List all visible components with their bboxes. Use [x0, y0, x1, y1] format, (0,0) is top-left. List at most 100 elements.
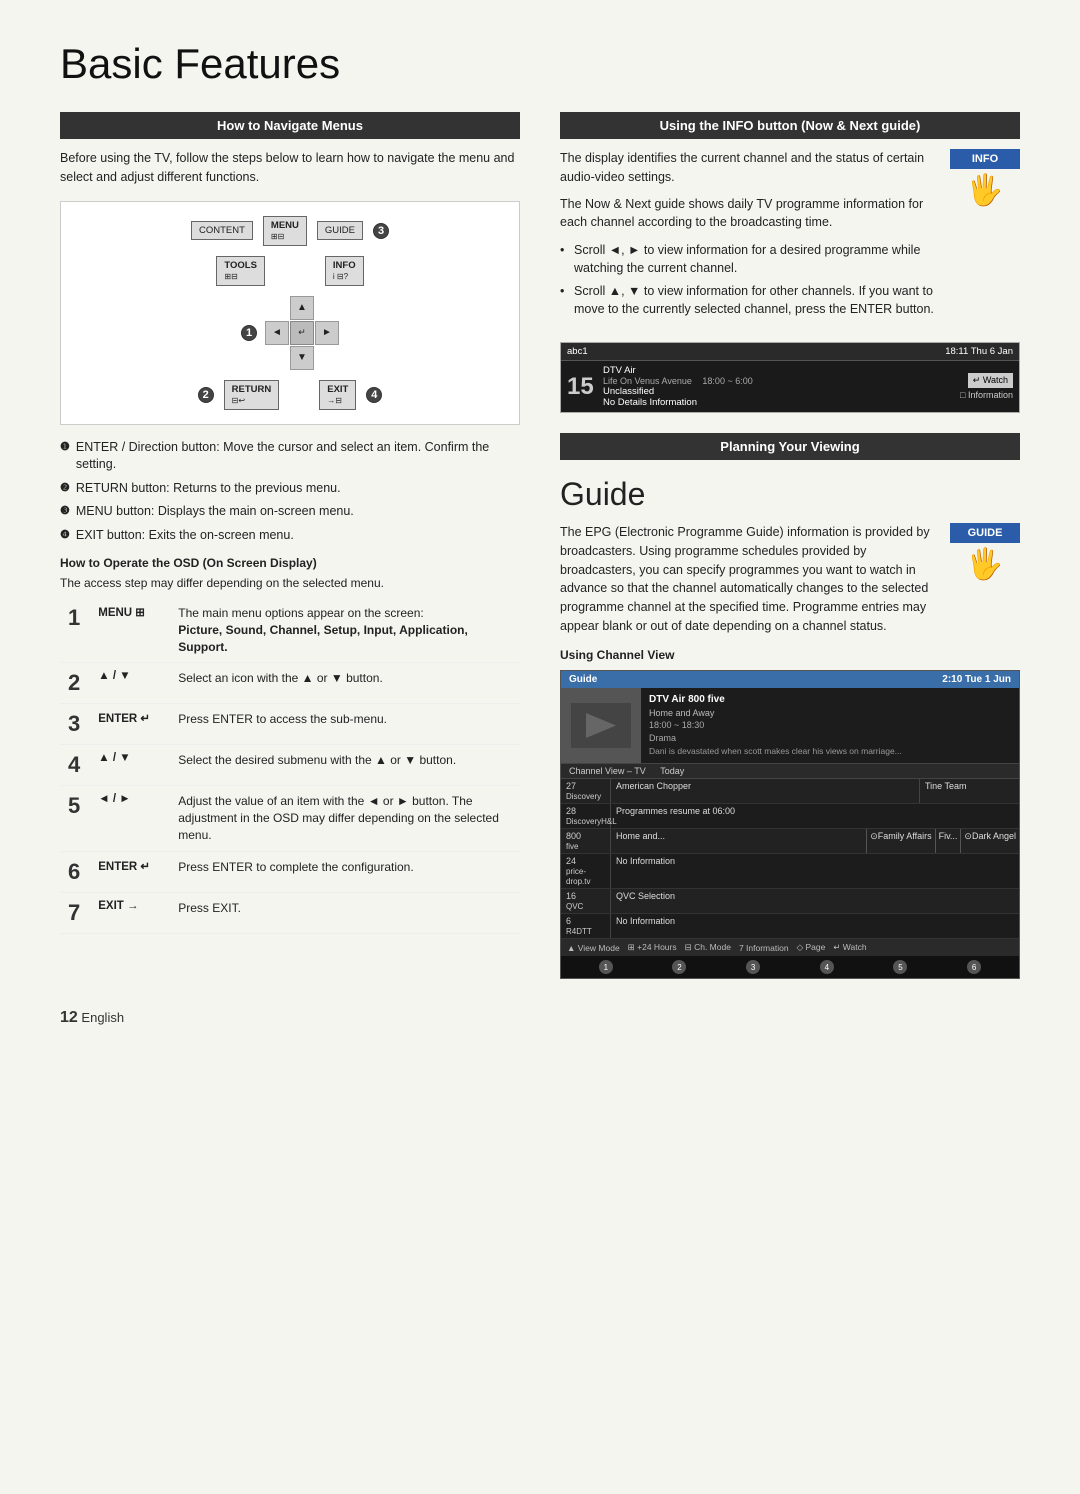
osd-desc-4: Select the desired submenu with the ▲ or…: [170, 745, 520, 786]
gs-ch-28: 28DiscoveryH&L: [561, 804, 611, 828]
guide-button-display: GUIDE 🖐: [950, 523, 1020, 636]
info-bullets: Scroll ◄, ► to view information for a de…: [560, 242, 938, 318]
content-btn: CONTENT: [191, 221, 253, 240]
dpad-left[interactable]: ◄: [265, 321, 289, 345]
gs-badge-6: 6: [967, 960, 981, 974]
osd-num-4: 4: [60, 745, 90, 786]
gs-time: 18:00 ~ 18:30: [649, 719, 1011, 732]
osd-row-7: 7 EXIT → Press EXIT.: [60, 892, 520, 933]
osd-title: How to Operate the OSD (On Screen Displa…: [60, 556, 520, 570]
igs-ch-actions: ↵ Watch □ Information: [960, 373, 1013, 400]
menu-btn: MENU⊞⊟: [263, 216, 307, 246]
gs-header-left: Guide: [569, 674, 597, 685]
dpad-center[interactable]: ↵: [290, 321, 314, 345]
badge-2: 2: [198, 387, 214, 403]
exit-btn: EXIT→⊟: [319, 380, 356, 410]
osd-row-6: 6 ENTER ↵ Press ENTER to complete the co…: [60, 851, 520, 892]
osd-intro: The access step may differ depending on …: [60, 576, 520, 590]
guide-hand-icon: 🖐: [950, 547, 1020, 582]
igs-channel-row: 15 DTV Air Life On Venus Avenue 18:00 ~ …: [561, 361, 1019, 412]
osd-desc-5: Adjust the value of an item with the ◄ o…: [170, 786, 520, 851]
gs-badge-2: 2: [672, 960, 686, 974]
osd-key-7: EXIT →: [90, 892, 170, 933]
badge-3: 3: [373, 223, 389, 239]
gs-genre: Drama: [649, 732, 1011, 745]
igs-prog: Life On Venus Avenue 18:00 ~ 6:00: [603, 376, 952, 386]
gs-prog-6: No Information: [611, 914, 1019, 938]
gs-prog-800-3: Fiv...: [935, 829, 961, 853]
igs-dtv: DTV Air: [603, 365, 952, 376]
gs-ch-24: 24price-drop.tv: [561, 854, 611, 888]
bullet-text: RETURN button: Returns to the previous m…: [76, 480, 341, 498]
gs-footer-item-1: ▲ View Mode: [567, 943, 620, 953]
gs-footer-item-5: ◇ Page: [797, 942, 826, 953]
badge-1: 1: [241, 325, 257, 341]
gs-ch-800: 800five: [561, 829, 611, 853]
tools-btn: TOOLS⊞⊟: [216, 256, 265, 286]
osd-key-2: ▲ / ▼: [90, 663, 170, 704]
planning-header: Planning Your Viewing: [560, 433, 1020, 460]
info-blue-button: INFO: [950, 149, 1020, 169]
osd-desc-7: Press EXIT.: [170, 892, 520, 933]
info-hand-icon: 🖐: [950, 173, 1020, 208]
guide-screenshot: Guide 2:10 Tue 1 Jun DTV Air 800 five Ho…: [560, 670, 1020, 980]
osd-num-3: 3: [60, 704, 90, 745]
igs-unclassified: Unclassified: [603, 386, 952, 397]
osd-row-4: 4 ▲ / ▼ Select the desired submenu with …: [60, 745, 520, 786]
gs-ch-name: DTV Air 800 five: [649, 693, 1011, 707]
osd-desc-2: Select an icon with the ▲ or ▼ button.: [170, 663, 520, 704]
gs-prog-16: QVC Selection: [611, 889, 1019, 913]
gs-prog-detail: DTV Air 800 five Home and Away 18:00 ~ 1…: [641, 688, 1019, 764]
gs-footer: ▲ View Mode ⊞ +24 Hours ⊟ Ch. Mode 7 Inf…: [561, 939, 1019, 956]
osd-key-6: ENTER ↵: [90, 851, 170, 892]
gs-badge-3: 3: [746, 960, 760, 974]
gs-channel-row-24: 24price-drop.tv No Information: [561, 854, 1019, 889]
bullet-menu: MENU button: Displays the main on-screen…: [60, 503, 520, 521]
guide-blue-button: GUIDE: [950, 523, 1020, 543]
dpad-right[interactable]: ►: [315, 321, 339, 345]
igs-prog-name: Life On Venus Avenue: [603, 376, 692, 386]
page-language: English: [81, 1010, 124, 1025]
gs-prog-27-1: American Chopper: [611, 779, 919, 803]
gs-channel-row-28: 28DiscoveryH&L Programmes resume at 06:0…: [561, 804, 1019, 829]
gs-header: Guide 2:10 Tue 1 Jun: [561, 671, 1019, 688]
info-section-content: The display identifies the current chann…: [560, 149, 1020, 330]
page-footer: 12 English: [60, 1009, 1020, 1027]
nav-menus-header: How to Navigate Menus: [60, 112, 520, 139]
gs-ch-27: 27Discovery: [561, 779, 611, 803]
gs-footer-item-4: 7 Information: [739, 943, 789, 953]
guide-text: The EPG (Electronic Programme Guide) inf…: [560, 523, 938, 636]
dpad-up[interactable]: ▲: [290, 296, 314, 320]
bullet-exit: EXIT button: Exits the on-screen menu.: [60, 527, 520, 545]
osd-key-4: ▲ / ▼: [90, 745, 170, 786]
bullet-text: EXIT button: Exits the on-screen menu.: [76, 527, 294, 545]
osd-key-3: ENTER ↵: [90, 704, 170, 745]
dpad-down[interactable]: ▼: [290, 346, 314, 370]
bullet-return: RETURN button: Returns to the previous m…: [60, 480, 520, 498]
osd-desc-3: Press ENTER to access the sub-menu.: [170, 704, 520, 745]
badge-4: 4: [366, 387, 382, 403]
osd-key-5: ◄ / ►: [90, 786, 170, 851]
osd-desc-6: Press ENTER to complete the configuratio…: [170, 851, 520, 892]
gs-channel-row-16: 16QVC QVC Selection: [561, 889, 1019, 914]
info-text-2: The Now & Next guide shows daily TV prog…: [560, 195, 938, 233]
dpad: ▲ ◄ ↵ ► ▼: [265, 296, 339, 370]
igs-info-label: Information: [968, 390, 1013, 400]
gs-prog-title: Home and Away: [649, 707, 1011, 720]
igs-watch-btn[interactable]: ↵ Watch: [968, 373, 1013, 388]
page-number: 12: [60, 1009, 78, 1026]
gs-footer-item-6: ↵ Watch: [833, 942, 866, 953]
igs-prog-time: 18:00 ~ 6:00: [702, 376, 752, 386]
info-section-text: The display identifies the current chann…: [560, 149, 938, 330]
right-column: Using the INFO button (Now & Next guide)…: [560, 112, 1020, 979]
igs-info-btn[interactable]: □ Information: [960, 390, 1013, 400]
gs-thumbnail: [561, 688, 641, 764]
gs-ch-6: 6R4DTT: [561, 914, 611, 938]
osd-key-1: MENU ⊞: [90, 598, 170, 663]
guide-title: Guide: [560, 476, 1020, 513]
gs-prog-28: Programmes resume at 06:00: [611, 804, 1019, 828]
gs-prog-27-2: Tine Team: [919, 779, 1019, 803]
osd-num-2: 2: [60, 663, 90, 704]
info-text-1: The display identifies the current chann…: [560, 149, 938, 187]
gs-footer-badges: 1 2 3 4 5 6: [561, 956, 1019, 978]
